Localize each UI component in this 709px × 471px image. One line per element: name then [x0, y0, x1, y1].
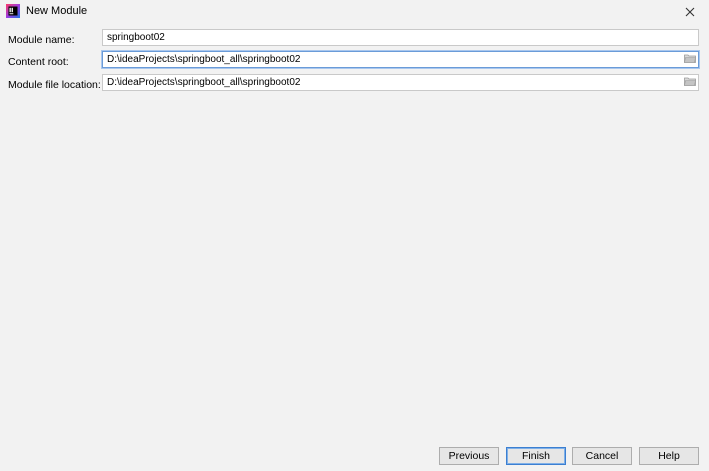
- module-file-location-input[interactable]: [102, 74, 699, 91]
- module-name-label: Module name:: [8, 34, 75, 46]
- content-root-field: [102, 51, 699, 68]
- finish-button[interactable]: Finish: [506, 447, 566, 465]
- module-file-location-label: Module file location:: [8, 79, 101, 91]
- content-root-label: Content root:: [8, 56, 69, 68]
- content-root-browse-button[interactable]: [684, 53, 696, 64]
- close-icon: [685, 7, 695, 17]
- help-button[interactable]: Help: [639, 447, 699, 465]
- close-button[interactable]: [681, 3, 699, 21]
- content-root-input[interactable]: [102, 51, 699, 68]
- module-file-location-browse-button[interactable]: [684, 76, 696, 87]
- previous-button[interactable]: Previous: [439, 447, 499, 465]
- folder-icon: [684, 54, 696, 63]
- module-file-location-field: [102, 74, 699, 91]
- cancel-button[interactable]: Cancel: [572, 447, 632, 465]
- new-module-dialog: New Module Module name: Content root: Mo…: [0, 0, 709, 471]
- title-bar: New Module: [0, 0, 709, 24]
- intellij-idea-icon: [6, 4, 20, 18]
- window-title: New Module: [26, 5, 88, 17]
- module-name-input[interactable]: [102, 29, 699, 46]
- folder-icon: [684, 77, 696, 86]
